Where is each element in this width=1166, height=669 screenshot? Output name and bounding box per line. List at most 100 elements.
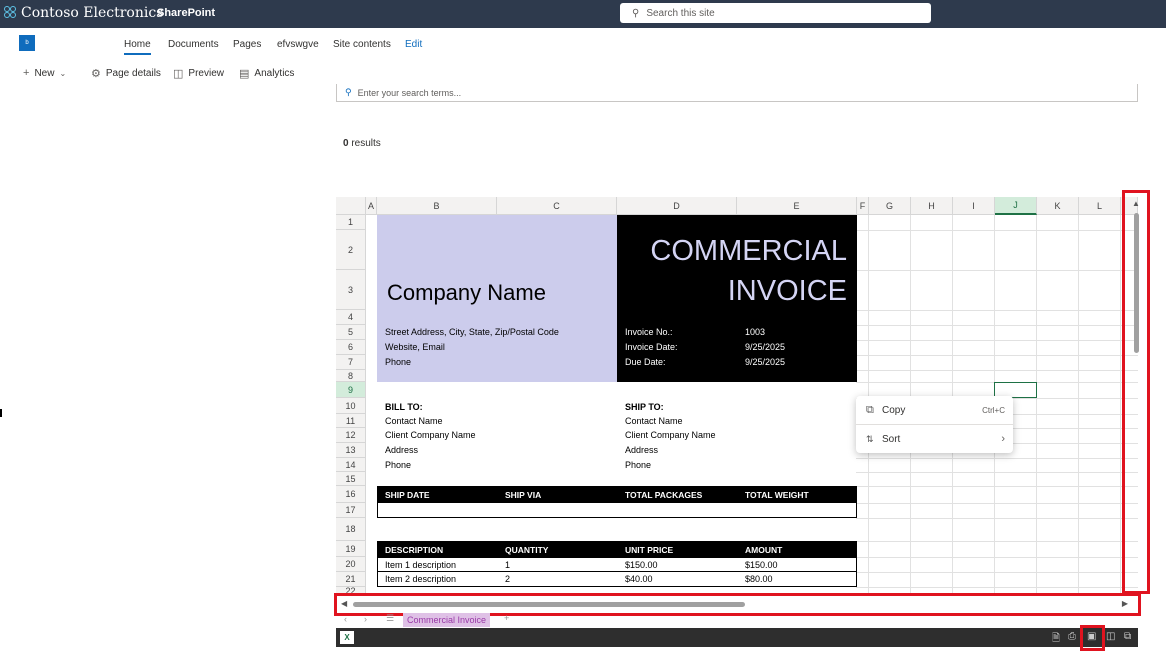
nav-documents[interactable]: Documents xyxy=(168,39,219,50)
all-sheets-icon[interactable]: ☰ xyxy=(386,613,394,624)
preview-button[interactable]: ◫ Preview xyxy=(173,67,224,80)
row-header[interactable]: 15 xyxy=(336,472,366,486)
page-details-button[interactable]: ⚙ Page details xyxy=(91,67,161,80)
row-header[interactable]: 17 xyxy=(336,503,366,518)
row-header[interactable]: 20 xyxy=(336,557,366,572)
ship-date-header[interactable]: SHIP DATE xyxy=(385,490,430,500)
item-quantity[interactable]: 2 xyxy=(505,574,510,584)
nav-home[interactable]: Home xyxy=(124,39,151,55)
row-header[interactable]: 14 xyxy=(336,458,366,472)
bill-to-address[interactable]: Address xyxy=(385,445,418,455)
copy-menu-item[interactable]: ⧉ Copy Ctrl+C xyxy=(856,396,1013,424)
ship-to-address[interactable]: Address xyxy=(625,445,658,455)
vertical-scrollbar[interactable]: ▲ xyxy=(1122,190,1150,594)
nav-pages[interactable]: Pages xyxy=(233,39,261,50)
nav-site-contents[interactable]: Site contents xyxy=(333,39,391,50)
item-description[interactable]: Item 2 description xyxy=(385,574,456,584)
scroll-up-icon[interactable]: ▲ xyxy=(1132,199,1140,208)
quantity-header[interactable]: QUANTITY xyxy=(505,545,548,555)
vertical-scroll-thumb[interactable] xyxy=(1134,213,1139,353)
row-header[interactable]: 5 xyxy=(336,325,366,340)
ship-data-row[interactable] xyxy=(377,503,857,518)
column-header[interactable]: F xyxy=(857,197,869,215)
view-icon[interactable]: ◫ xyxy=(1106,631,1115,642)
column-header[interactable]: C xyxy=(497,197,617,215)
ship-to-contact[interactable]: Contact Name xyxy=(625,416,683,426)
item-amount[interactable]: $150.00 xyxy=(745,560,778,570)
column-header[interactable]: A xyxy=(366,197,377,215)
results-search-input[interactable]: ⚲ Enter your search terms... xyxy=(336,84,1138,102)
column-header[interactable]: E xyxy=(737,197,857,215)
select-all-corner[interactable] xyxy=(336,197,366,215)
item-description[interactable]: Item 1 description xyxy=(385,560,456,570)
column-header[interactable]: D xyxy=(617,197,737,215)
ship-to-company[interactable]: Client Company Name xyxy=(625,430,716,440)
row-header[interactable]: 19 xyxy=(336,541,366,557)
ship-via-header[interactable]: SHIP VIA xyxy=(505,490,541,500)
invoice-date-label[interactable]: Invoice Date: xyxy=(625,342,678,352)
row-header[interactable]: 16 xyxy=(336,486,366,503)
phone-cell[interactable]: Phone xyxy=(385,357,411,367)
item-quantity[interactable]: 1 xyxy=(505,560,510,570)
next-sheet-icon[interactable]: › xyxy=(364,614,367,624)
column-header[interactable]: H xyxy=(911,197,953,215)
column-header[interactable]: G xyxy=(869,197,911,215)
company-name-cell[interactable]: Company Name xyxy=(387,280,546,306)
due-date-label[interactable]: Due Date: xyxy=(625,357,666,367)
row-header[interactable]: 4 xyxy=(336,310,366,325)
address-cell[interactable]: Street Address, City, State, Zip/Postal … xyxy=(385,327,559,337)
nav-efvswgve[interactable]: efvswgve xyxy=(277,39,319,50)
print-icon[interactable]: ⎙ xyxy=(1068,631,1076,642)
scroll-right-icon[interactable]: ▶ xyxy=(1122,599,1128,608)
row-header[interactable]: 18 xyxy=(336,518,366,541)
sort-menu-item[interactable]: ⇅ Sort › xyxy=(856,425,1013,453)
row-header[interactable]: 21 xyxy=(336,572,366,587)
scroll-left-icon[interactable]: ◀ xyxy=(341,599,347,608)
sheet-tab-commercial-invoice[interactable]: Commercial Invoice xyxy=(403,613,491,627)
column-header[interactable]: L xyxy=(1079,197,1121,215)
row-header[interactable]: 8 xyxy=(336,370,366,382)
website-cell[interactable]: Website, Email xyxy=(385,342,445,352)
brand[interactable]: Contoso Electronics xyxy=(4,5,163,21)
bill-to-phone[interactable]: Phone xyxy=(385,460,411,470)
app-name[interactable]: SharePoint xyxy=(157,7,215,19)
item-unit-price[interactable]: $150.00 xyxy=(625,560,658,570)
column-header[interactable]: K xyxy=(1037,197,1079,215)
site-search-input[interactable]: ⚲ Search this site xyxy=(620,3,931,23)
row-header[interactable]: 6 xyxy=(336,340,366,355)
description-header[interactable]: DESCRIPTION xyxy=(385,545,443,555)
add-sheet-icon[interactable]: + xyxy=(504,613,509,623)
ship-to-heading[interactable]: SHIP TO: xyxy=(625,402,664,412)
invoice-no-label[interactable]: Invoice No.: xyxy=(625,327,673,337)
prev-sheet-icon[interactable]: ‹ xyxy=(344,614,347,624)
column-header[interactable]: B xyxy=(377,197,497,215)
new-button[interactable]: + New ⌄ xyxy=(23,67,66,79)
spreadsheet-viewer[interactable]: A B C D E F G H I J K L 1 2 3 4 5 6 7 8 … xyxy=(336,197,1138,596)
fullscreen-icon[interactable]: ⧉ xyxy=(1124,631,1131,642)
invoice-title-line2[interactable]: INVOICE xyxy=(728,275,847,308)
horizontal-scroll-thumb[interactable] xyxy=(353,602,745,607)
invoice-date-value[interactable]: 9/25/2025 xyxy=(745,342,785,352)
item-unit-price[interactable]: $40.00 xyxy=(625,574,653,584)
nav-edit[interactable]: Edit xyxy=(405,39,422,50)
ship-to-phone[interactable]: Phone xyxy=(625,460,651,470)
unit-price-header[interactable]: UNIT PRICE xyxy=(625,545,673,555)
row-header[interactable]: 10 xyxy=(336,398,366,414)
row-header[interactable]: 7 xyxy=(336,355,366,370)
row-header[interactable]: 11 xyxy=(336,414,366,428)
row-header[interactable]: 12 xyxy=(336,428,366,443)
bill-to-contact[interactable]: Contact Name xyxy=(385,416,443,426)
total-packages-header[interactable]: TOTAL PACKAGES xyxy=(625,490,702,500)
item-amount[interactable]: $80.00 xyxy=(745,574,773,584)
row-header-selected[interactable]: 9 xyxy=(336,382,366,398)
row-header[interactable]: 3 xyxy=(336,270,366,310)
column-header-selected[interactable]: J xyxy=(995,197,1037,215)
invoice-no-value[interactable]: 1003 xyxy=(745,327,765,337)
amount-header[interactable]: AMOUNT xyxy=(745,545,782,555)
column-header[interactable]: I xyxy=(953,197,995,215)
bill-to-company[interactable]: Client Company Name xyxy=(385,430,476,440)
bill-to-heading[interactable]: BILL TO: xyxy=(385,402,423,412)
download-icon[interactable]: 🗎 xyxy=(1052,631,1060,648)
total-weight-header[interactable]: TOTAL WEIGHT xyxy=(745,490,809,500)
row-header[interactable]: 2 xyxy=(336,230,366,270)
